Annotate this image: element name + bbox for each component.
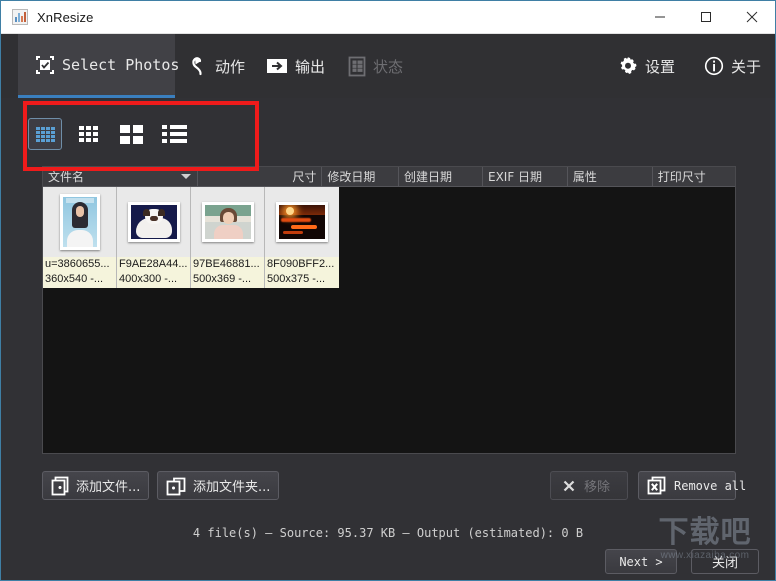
thumbnail-image (265, 187, 339, 257)
add-files-button[interactable]: 添加文件... (42, 471, 149, 500)
list-item[interactable]: 97BE46881... 500x369 -... (191, 187, 265, 288)
tab-label: 输出 (295, 57, 326, 76)
button-label: Remove all (674, 478, 747, 493)
next-button[interactable]: Next > (605, 549, 677, 574)
file-info: 500x375 -... (265, 273, 339, 288)
thumbnail-image (191, 187, 264, 257)
tab-output[interactable]: 输出 (257, 34, 325, 98)
export-arrow-icon (266, 58, 288, 74)
app-chart-icon (12, 9, 28, 25)
checkbox-image-icon (35, 55, 55, 75)
file-info: 400x300 -... (117, 273, 190, 288)
file-name: F9AE28A44... (117, 257, 190, 273)
file-info: 360x540 -... (43, 273, 116, 288)
button-label: 添加文件夹... (193, 480, 271, 495)
tab-label: 设置 (645, 57, 676, 76)
view-mode-details-list[interactable] (157, 118, 191, 150)
xnresize-window: XnResize Select Photos 动作 输出 状态 设置 关于 文件… (0, 0, 776, 581)
close-button[interactable]: 关闭 (691, 549, 759, 574)
title-bar: XnResize (1, 1, 775, 34)
column-header-created-date[interactable]: 创建日期 (399, 167, 483, 186)
remove-button[interactable]: 移除 (550, 471, 628, 500)
info-circle-icon (704, 56, 724, 76)
tab-label: 关于 (731, 57, 762, 76)
thumbnail-image (43, 187, 116, 257)
large-grid-icon (119, 124, 143, 144)
gear-icon (618, 56, 638, 76)
view-mode-thumbnails-small[interactable] (28, 118, 62, 150)
column-header-modified-date[interactable]: 修改日期 (322, 167, 399, 186)
dot-grid-icon (78, 126, 98, 142)
minimize-button[interactable] (637, 1, 683, 33)
column-header-print-size[interactable]: 打印尺寸 (653, 167, 735, 186)
close-icon[interactable] (729, 1, 775, 33)
tab-select-photos[interactable]: Select Photos (18, 34, 179, 98)
file-list-panel[interactable]: 文件名 尺寸 修改日期 创建日期 EXIF 日期 属性 打印尺寸 u=38606… (42, 166, 736, 454)
tab-label: 动作 (215, 57, 246, 76)
column-header-size[interactable]: 尺寸 (198, 167, 323, 186)
add-folder-button[interactable]: 添加文件夹... (157, 471, 279, 500)
view-mode-toolbar (28, 109, 191, 159)
small-grid-icon (35, 126, 55, 142)
list-view-icon (161, 125, 187, 143)
list-item[interactable]: 8F090BFF2... 500x375 -... (265, 187, 339, 288)
window-controls (637, 1, 775, 33)
thumbnail-image (117, 187, 190, 257)
view-mode-thumbnails-dots[interactable] (71, 118, 105, 150)
rotate-arrow-icon (186, 55, 208, 77)
add-file-icon (50, 476, 70, 496)
list-item[interactable]: F9AE28A44... 400x300 -... (117, 187, 191, 288)
x-icon (563, 480, 575, 492)
x-stack-icon (646, 476, 668, 496)
sort-descending-icon (181, 174, 192, 179)
file-name: u=3860655... (43, 257, 116, 273)
column-header-exif-date[interactable]: EXIF 日期 (483, 167, 568, 186)
tab-label: Select Photos (62, 55, 180, 74)
add-folder-icon (165, 476, 187, 496)
tab-status[interactable]: 状态 (339, 34, 403, 98)
tab-action[interactable]: 动作 (177, 34, 245, 98)
maximize-button[interactable] (683, 1, 729, 33)
tab-about[interactable]: 关于 (695, 34, 761, 98)
remove-all-button[interactable]: Remove all (638, 471, 746, 500)
button-label: 关闭 (711, 556, 738, 571)
list-item[interactable]: u=3860655... 360x540 -... (43, 187, 117, 288)
column-header-filename[interactable]: 文件名 (43, 167, 199, 186)
thumbnail-grid: u=3860655... 360x540 -... F9AE28A44... 4… (43, 187, 735, 288)
button-label: Next > (619, 554, 663, 569)
clipboard-icon (348, 55, 366, 77)
tab-label: 状态 (373, 57, 404, 76)
button-label: 添加文件... (76, 480, 141, 495)
view-mode-thumbnails-large[interactable] (114, 118, 148, 150)
status-text: 4 file(s) – Source: 95.37 KB – Output (e… (192, 526, 584, 540)
file-info: 500x369 -... (191, 273, 264, 288)
column-header-row: 文件名 尺寸 修改日期 创建日期 EXIF 日期 属性 打印尺寸 (43, 167, 735, 187)
button-label: 移除 (584, 480, 611, 495)
tab-bar: Select Photos 动作 输出 状态 设置 关于 (1, 34, 775, 98)
file-name: 8F090BFF2... (265, 257, 339, 273)
window-title: XnResize (37, 9, 94, 25)
file-name: 97BE46881... (191, 257, 264, 273)
column-header-attributes[interactable]: 属性 (568, 167, 653, 186)
tab-settings[interactable]: 设置 (609, 34, 675, 98)
